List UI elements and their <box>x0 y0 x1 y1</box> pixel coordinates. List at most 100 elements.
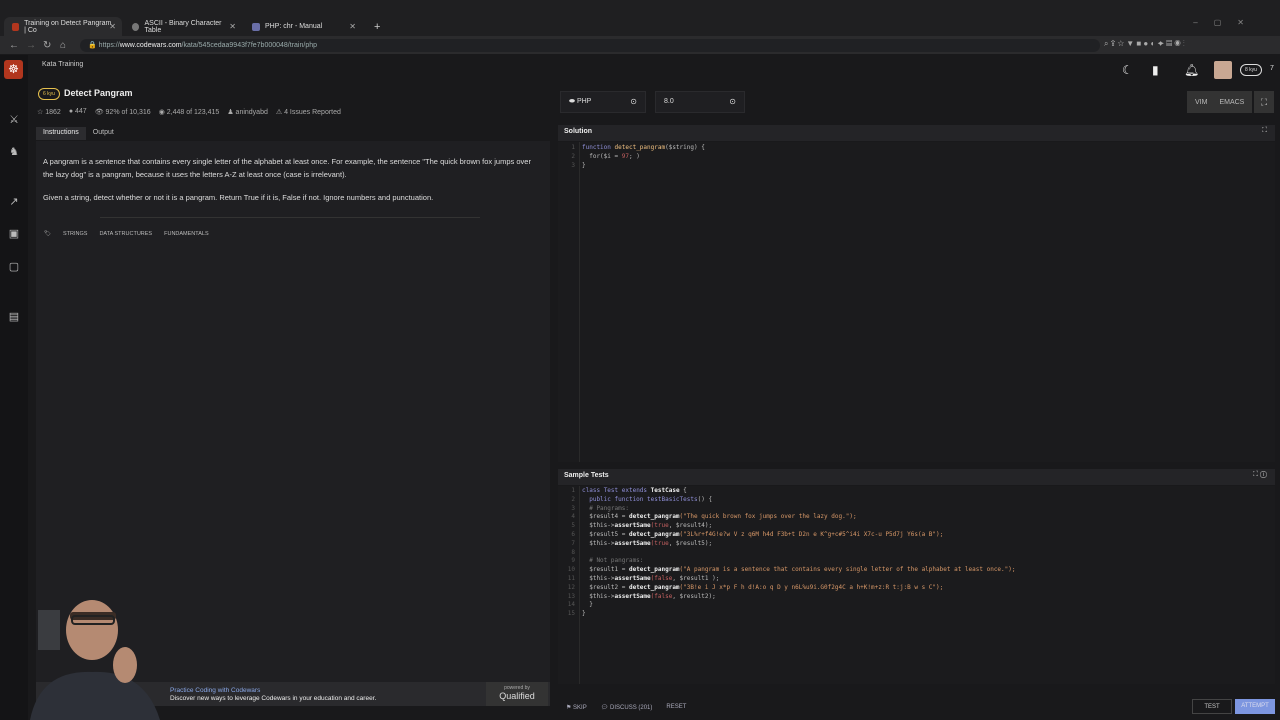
code-token: detect_pangram <box>628 530 680 538</box>
close-tab-icon[interactable]: ✕ <box>229 22 236 31</box>
code-token: } <box>582 601 593 609</box>
qualified-logo[interactable]: powered by Qualified <box>486 682 548 706</box>
reload-icon[interactable]: ↻ <box>43 40 51 51</box>
vim-mode-button[interactable]: VIM <box>1195 99 1207 106</box>
solution-editor[interactable]: 1 function detect_pangram($string) {2 for… <box>558 142 1275 462</box>
address-bar-row: ← → ↻ ⌂ 🔒 https://www.codewars.com/kata/… <box>0 36 1280 54</box>
expand-icon[interactable]: ⛶ <box>1262 127 1267 135</box>
url-prefix: https:// <box>98 42 120 49</box>
description-paragraph: Given a string, detect whether or not it… <box>43 193 434 202</box>
discuss-icon[interactable]: ▢ <box>7 260 21 273</box>
reset-button[interactable]: RESET <box>666 704 686 710</box>
code-token: # Pangrams: <box>582 504 629 512</box>
extension-icons[interactable]: ⌕ ⇪ ☆ ▼ ■ ● ◐ ✦ ▤ ◉ ⋮ <box>1104 39 1185 49</box>
code-token: ("3L%r+f4G!e?w V z q6M h4d F3b+t D2n e K… <box>679 530 944 538</box>
code-token: TestCase <box>650 487 680 494</box>
expand-and-help-icons[interactable]: ⛶ ⓘ <box>1253 471 1267 479</box>
avatar[interactable] <box>1214 61 1232 79</box>
tag[interactable]: FUNDAMENTALS <box>164 231 209 237</box>
notification-bell-icon[interactable]: 🔔︎ <box>1184 63 1199 77</box>
code-text: # Pangrams: <box>582 505 629 514</box>
code-text: $result1 = detect_pangram("A pangram is … <box>582 566 1015 575</box>
line-number: 12 <box>567 583 575 591</box>
browser-tab[interactable]: PHP: chr - Manual ✕ <box>244 17 362 36</box>
issues-count: 4 Issues Reported <box>284 109 341 116</box>
bookmark-icon[interactable]: ▮ <box>1152 63 1159 77</box>
code-line: 5 $this->assertSame(true, $result4); <box>558 522 1275 531</box>
dark-mode-icon[interactable]: ☾ <box>1122 63 1133 77</box>
line-number: 1 <box>571 144 575 151</box>
completed-stat: ◉ 2,448 of 123,415 <box>158 109 220 116</box>
sample-tests-header: Sample Tests ⛶ ⓘ <box>558 469 1275 485</box>
code-token: , $result2); <box>672 592 716 600</box>
issues-stat[interactable]: ⚠ 4 Issues Reported <box>276 108 341 116</box>
code-token: assertSame <box>614 592 651 600</box>
code-text: # Not pangrams: <box>582 557 643 566</box>
forward-icon[interactable]: → <box>26 40 36 51</box>
close-tab-icon[interactable]: ✕ <box>349 22 356 31</box>
kata-rank-badge: 6 kyu <box>38 88 60 100</box>
promo-title[interactable]: Practice Coding with Codewars <box>170 687 260 694</box>
discuss-button[interactable]: 💬︎ DISCUSS (201) <box>601 704 653 711</box>
code-token: testBasicTests <box>647 495 698 503</box>
author-stat[interactable]: ♟ anindyabd <box>227 108 268 116</box>
code-text: } <box>582 610 586 619</box>
attempt-button[interactable]: ATTEMPT <box>1235 699 1275 714</box>
solution-header: Solution ⛶ <box>558 125 1275 141</box>
new-tab-button[interactable]: + <box>366 17 388 36</box>
test-button[interactable]: TEST <box>1192 699 1232 714</box>
code-line: 7 $this->assertSame(true, $result5); <box>558 540 1275 549</box>
browser-tab[interactable]: Training on Detect Pangram | Co ✕ <box>4 17 122 36</box>
window-controls[interactable]: –▢✕ <box>1193 18 1260 27</box>
code-text: $result5 = detect_pangram("3L%r+f4G!e?w … <box>582 531 943 540</box>
tab-title: Training on Detect Pangram | Co <box>24 19 112 34</box>
tag[interactable]: STRINGS <box>63 231 87 237</box>
home-icon[interactable]: ⌂ <box>60 40 68 51</box>
code-line: 1 function detect_pangram($string) { <box>558 144 1275 153</box>
code-line: 3 # Pangrams: <box>558 505 1275 514</box>
user-rank-badge: 8 kyu <box>1240 64 1262 76</box>
version-select[interactable]: 8.0 ⊙ <box>655 91 745 113</box>
tests-editor[interactable]: 1 class Test extends TestCase {2 public f… <box>558 486 1275 684</box>
code-token: { <box>679 487 687 494</box>
docs-icon[interactable]: ▤ <box>7 310 21 323</box>
code-token: assertSame <box>614 522 651 530</box>
tab-output[interactable]: Output <box>86 127 121 140</box>
browser-tab[interactable]: ASCII - Binary Character Table ✕ <box>124 17 242 36</box>
votes-stat: ● 447 <box>68 108 87 115</box>
stars-stat[interactable]: ☆ 1862 <box>37 108 61 116</box>
code-token: ("3B!e i J x*p F h d!A:o q D y n6L%u9i.G… <box>679 583 944 591</box>
leaderboard-icon[interactable]: ↗ <box>7 195 21 208</box>
close-tab-icon[interactable]: ✕ <box>109 22 116 31</box>
line-number: 5 <box>571 522 575 530</box>
emacs-mode-button[interactable]: EMACS <box>1219 99 1244 106</box>
code-line: 13 $this->assertSame(false, $result2); <box>558 593 1275 602</box>
skip-button[interactable]: ⚑ SKIP <box>566 704 587 711</box>
code-token: } <box>582 610 586 618</box>
code-token: extends <box>621 487 651 494</box>
code-text: } <box>582 601 593 610</box>
code-token: ("The quick brown fox jumps over the laz… <box>679 513 857 521</box>
kata-icon[interactable]: ♞ <box>7 145 21 158</box>
code-line: 14 } <box>558 601 1275 610</box>
solution-title: Solution <box>564 128 592 135</box>
language-select[interactable]: ⬬ PHP ⊙ <box>560 91 646 113</box>
line-number: 4 <box>571 513 575 521</box>
line-number: 6 <box>571 530 575 538</box>
tag[interactable]: DATA STRUCTURES <box>99 231 152 237</box>
author-name: anindyabd <box>235 109 268 116</box>
back-icon[interactable]: ← <box>9 40 19 51</box>
codewars-logo-icon[interactable]: ☸ <box>4 60 23 79</box>
url-input[interactable]: 🔒 https://www.codewars.com/kata/545cedaa… <box>80 39 1100 52</box>
gutter <box>558 142 580 462</box>
code-line: 2 public function testBasicTests() { <box>558 496 1275 505</box>
practice-icon[interactable]: ⚔ <box>7 113 21 126</box>
skip-label: SKIP <box>573 704 587 711</box>
kata-title: Detect Pangram <box>64 88 133 98</box>
chat-icon[interactable]: ▣ <box>7 227 21 240</box>
code-line: 8 <box>558 549 1275 558</box>
code-token: $result2 = <box>582 583 629 591</box>
fullscreen-button[interactable]: ⛶ <box>1254 91 1274 113</box>
tab-instructions[interactable]: Instructions <box>36 127 86 140</box>
code-line: 2 for($i = 97; ) <box>558 153 1275 162</box>
